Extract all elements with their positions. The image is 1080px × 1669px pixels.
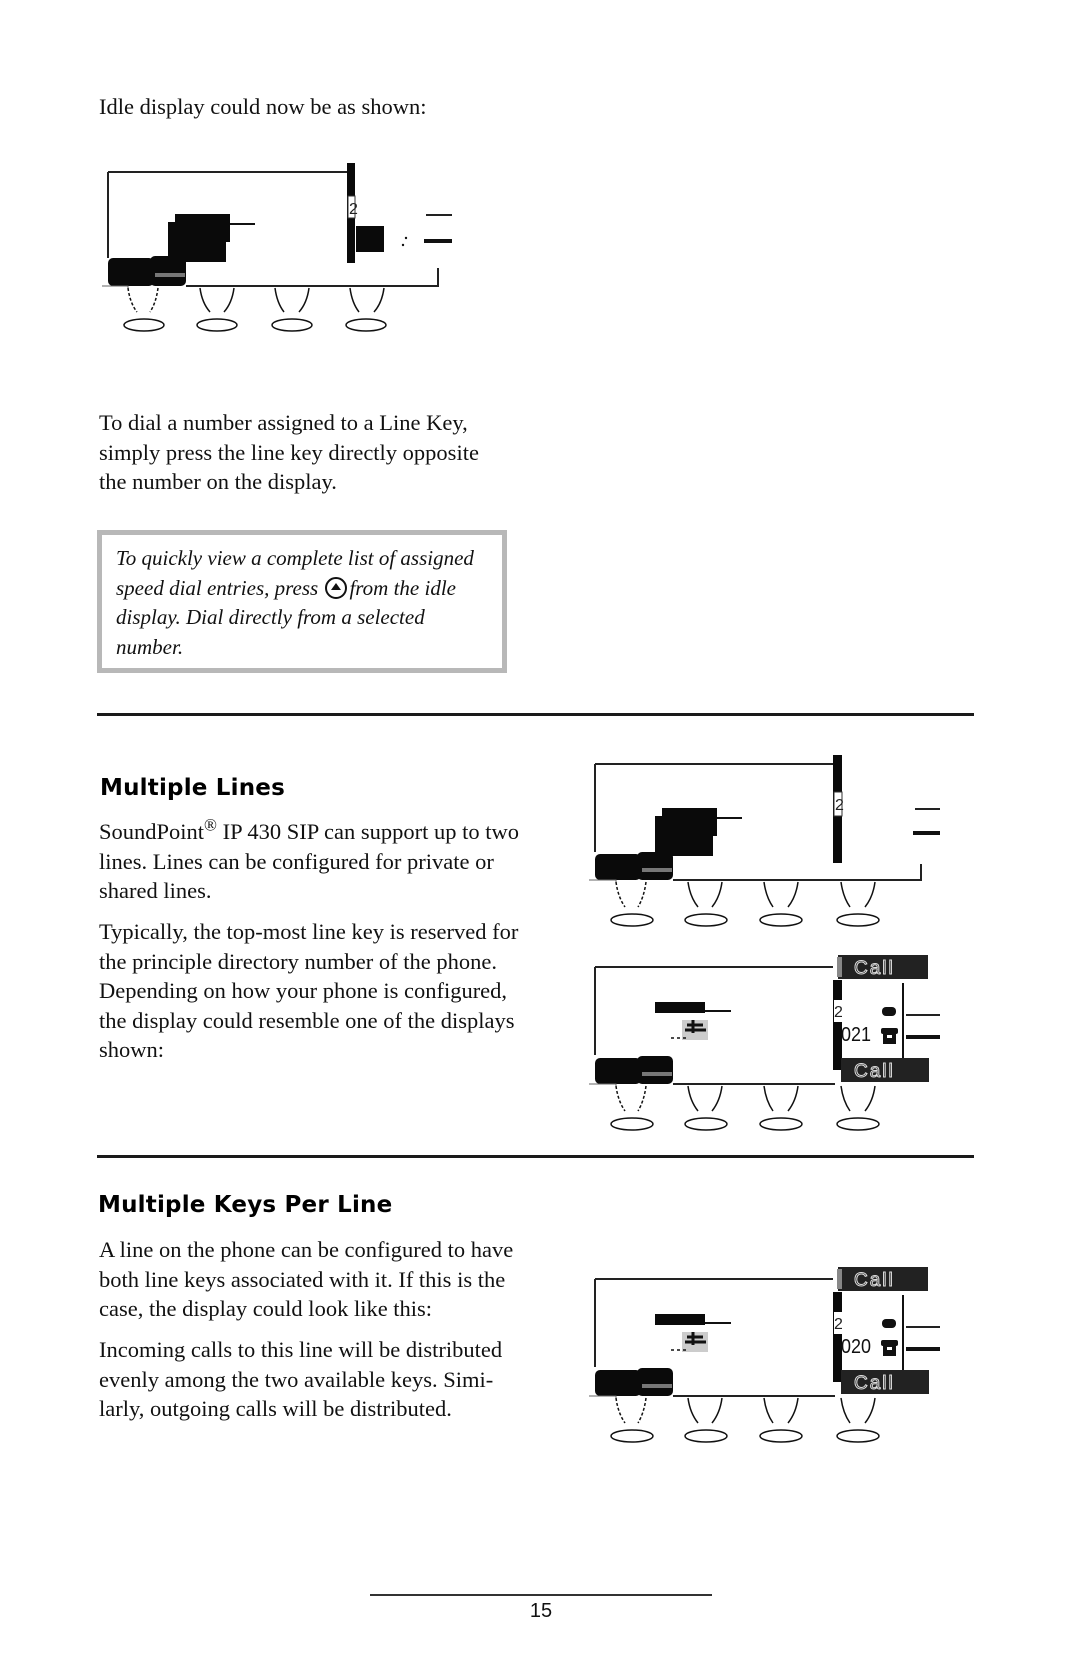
softkey-1[interactable] xyxy=(610,1397,654,1443)
svg-text:Call: Call xyxy=(854,958,895,979)
multiple-lines-para-2: Typically, the top-most line key is rese… xyxy=(99,919,519,1062)
softkey-3[interactable] xyxy=(759,1085,803,1131)
line-label-fragment: 2 xyxy=(834,1004,843,1021)
softkey-3[interactable] xyxy=(271,287,313,332)
svg-text:Call: Call xyxy=(854,1061,895,1082)
softkey-1[interactable] xyxy=(610,881,654,927)
line-label-fragment: 2 xyxy=(834,1316,843,1333)
phone-screen: 2 xyxy=(589,755,940,882)
multiple-keys-para-1: A line on the phone can be configured to… xyxy=(99,1237,514,1321)
softkey-2[interactable] xyxy=(684,1397,728,1443)
softkey-4[interactable] xyxy=(345,287,387,332)
multiple-lines-display-1: 2 xyxy=(589,755,940,927)
softkey-3[interactable] xyxy=(759,881,803,927)
multiple-keys-para-2: Incoming calls to this line will be dist… xyxy=(99,1337,503,1421)
softkey-label-call-bottom[interactable]: Call xyxy=(841,1370,929,1395)
softkey-4[interactable] xyxy=(836,1397,880,1443)
section-heading-multiple-lines: Multiple Lines xyxy=(100,775,285,801)
phone-screen: 2 xyxy=(102,163,452,288)
line-label-fragment: 2 xyxy=(835,797,844,814)
softkeys xyxy=(610,1085,880,1131)
svg-text:Call: Call xyxy=(854,1270,895,1291)
line-label-fragment: 2 xyxy=(349,201,358,218)
multiple-lines-display-2: 2 021 Call Call xyxy=(589,955,940,1131)
softkeys xyxy=(610,1397,880,1443)
softkey-1[interactable] xyxy=(610,1085,654,1131)
softkeys xyxy=(123,287,387,332)
multiple-keys-display: 2 020 Call Call xyxy=(589,1267,940,1443)
section-divider xyxy=(97,1155,974,1158)
svg-text:Call: Call xyxy=(854,1373,895,1394)
softkey-1[interactable] xyxy=(123,287,165,332)
line-indicator-block xyxy=(356,226,384,252)
softkey-label-call-bottom[interactable]: Call xyxy=(841,1058,929,1083)
dial-instructions: To dial a number assigned to a Line Key,… xyxy=(99,410,479,494)
line-number: 021 xyxy=(841,1024,871,1046)
phone-screen: 2 021 Call Call xyxy=(589,955,940,1086)
softkey-label-call-top[interactable]: Call xyxy=(837,1267,928,1292)
softkey-2[interactable] xyxy=(196,287,238,332)
softkey-4[interactable] xyxy=(836,881,880,927)
softkey-2[interactable] xyxy=(684,1085,728,1131)
page-number: 15 xyxy=(529,1600,553,1622)
idle-display-figure: 2 xyxy=(102,163,452,332)
footer-rule xyxy=(370,1594,712,1596)
tip-box: To quickly view a complete list of assig… xyxy=(97,530,507,673)
section-divider xyxy=(97,713,974,716)
softkey-4[interactable] xyxy=(836,1085,880,1131)
line-number: 020 xyxy=(841,1336,871,1358)
softkey-3[interactable] xyxy=(759,1397,803,1443)
section-heading-multiple-keys-per-line: Multiple Keys Per Line xyxy=(98,1192,393,1218)
softkey-label-call-top[interactable]: Call xyxy=(837,955,928,980)
up-arrow-button-icon xyxy=(325,576,348,599)
idle-display-caption: Idle display could now be as shown: xyxy=(99,94,427,119)
multiple-lines-para-1: SoundPoint® IP 430 SIP can support up to… xyxy=(99,815,520,904)
softkeys xyxy=(610,881,880,927)
phone-screen: 2 020 Call Call xyxy=(589,1267,940,1398)
softkey-2[interactable] xyxy=(684,881,728,927)
